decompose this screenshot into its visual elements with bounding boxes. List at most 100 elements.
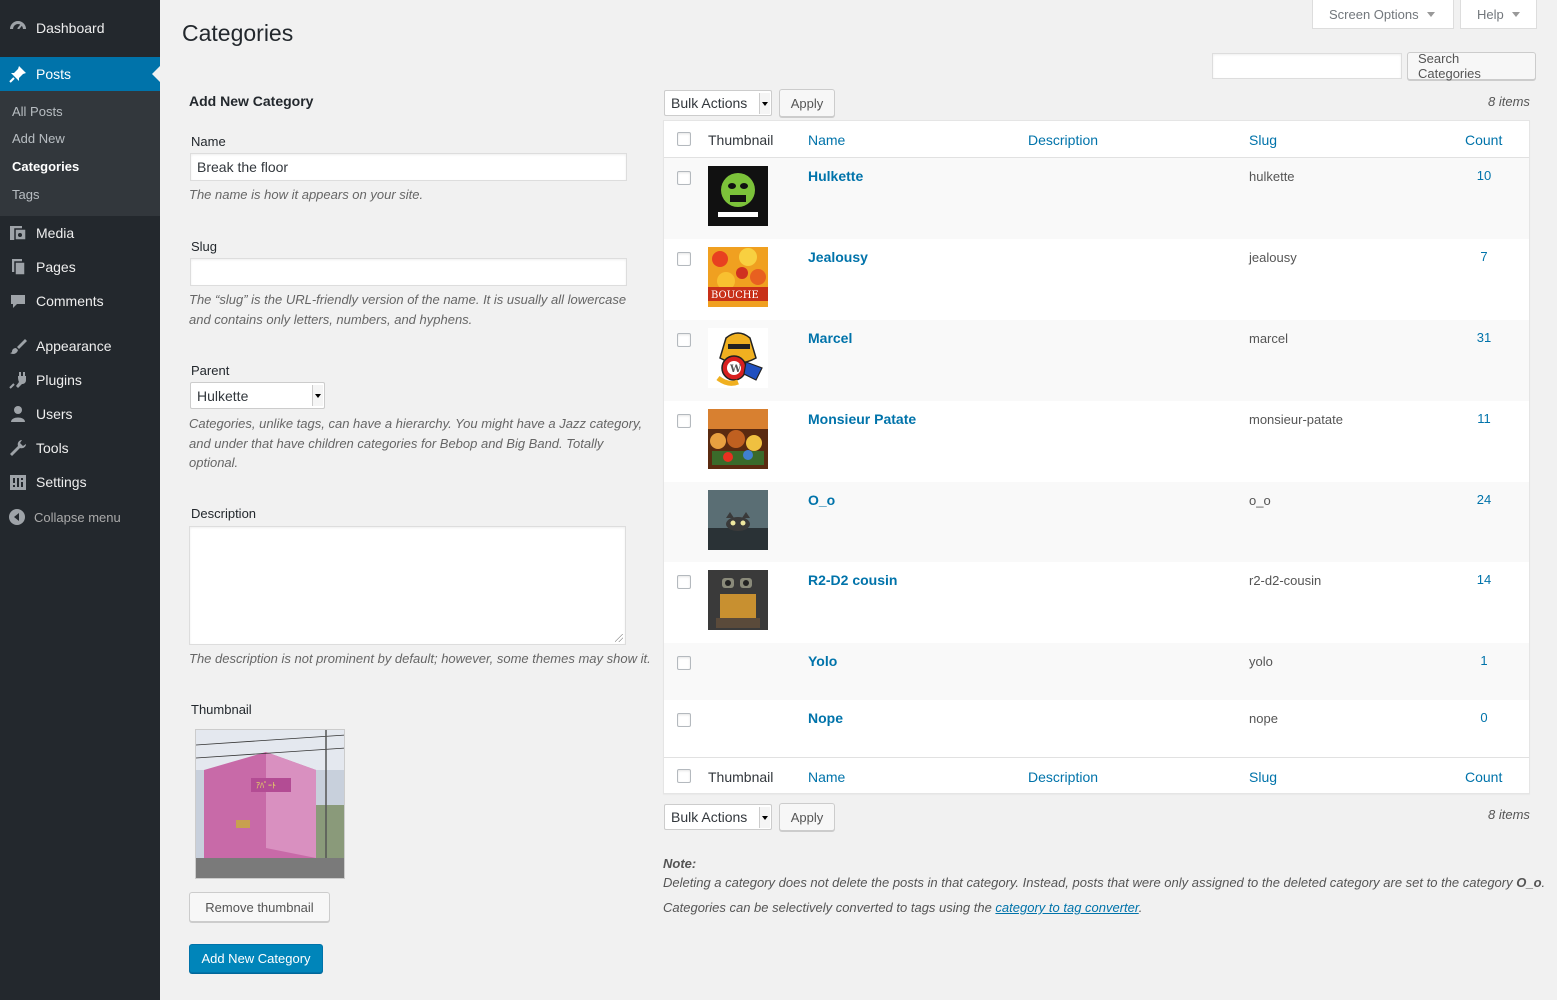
- row-checkbox[interactable]: [677, 656, 691, 670]
- select-all-checkbox[interactable]: [677, 132, 691, 146]
- row-count-link[interactable]: 14: [1454, 572, 1514, 587]
- tag-converter-link[interactable]: category to tag converter: [995, 900, 1138, 915]
- row-checkbox[interactable]: [677, 575, 691, 589]
- row-thumbnail-image: [708, 166, 768, 226]
- apply-button-top[interactable]: Apply: [779, 89, 835, 117]
- table-header: Thumbnail Name Description Slug Count: [664, 121, 1529, 158]
- sidebar-item-comments[interactable]: Comments: [0, 284, 160, 318]
- column-name[interactable]: Name: [808, 121, 845, 158]
- sidebar-item-dashboard[interactable]: Dashboard: [0, 11, 160, 45]
- submenu-tags[interactable]: Tags: [12, 187, 39, 202]
- sidebar-item-label: Comments: [36, 293, 104, 309]
- parent-label: Parent: [191, 363, 230, 378]
- table-row: BOUCHE Jealousy jealousy 7: [664, 239, 1529, 320]
- sidebar-item-settings[interactable]: Settings: [0, 465, 160, 499]
- collapse-arrow-icon: [0, 508, 34, 526]
- sidebar-item-posts[interactable]: Posts: [0, 57, 160, 91]
- row-name-link[interactable]: Marcel: [808, 330, 852, 346]
- name-field[interactable]: Break the floor: [190, 153, 627, 181]
- row-name-link[interactable]: R2-D2 cousin: [808, 572, 897, 588]
- column-count[interactable]: Count: [1465, 121, 1502, 158]
- submenu-all-posts[interactable]: All Posts: [12, 104, 63, 119]
- admin-sidebar: Dashboard Posts All Posts Add New Catego…: [0, 0, 160, 1000]
- row-count-link[interactable]: 10: [1454, 168, 1514, 183]
- row-checkbox[interactable]: [677, 414, 691, 428]
- sidebar-item-media[interactable]: Media: [0, 216, 160, 250]
- row-name-link[interactable]: Hulkette: [808, 168, 863, 184]
- row-slug: monsieur-patate: [1249, 412, 1343, 427]
- row-count-link[interactable]: 24: [1454, 492, 1514, 507]
- table-row: O_o o_o 24: [664, 482, 1529, 562]
- column-slug[interactable]: Slug: [1249, 758, 1277, 795]
- column-name[interactable]: Name: [808, 758, 845, 795]
- caret-down-icon: [1511, 11, 1520, 17]
- help-tab[interactable]: Help: [1460, 0, 1537, 29]
- row-name-link[interactable]: Nope: [808, 710, 843, 726]
- sidebar-item-users[interactable]: Users: [0, 397, 160, 431]
- screen-options-tab[interactable]: Screen Options: [1312, 0, 1454, 29]
- items-count-bottom: 8 items: [1488, 807, 1530, 822]
- table-row: Yolo yolo 1: [664, 643, 1529, 700]
- form-heading: Add New Category: [189, 93, 314, 109]
- row-checkbox[interactable]: [677, 252, 691, 266]
- note-line-1: Deleting a category does not delete the …: [663, 875, 1545, 890]
- column-thumbnail: Thumbnail: [708, 131, 774, 148]
- description-textarea[interactable]: [189, 526, 626, 645]
- row-checkbox[interactable]: [677, 171, 691, 185]
- submenu-add-new[interactable]: Add New: [12, 131, 65, 146]
- default-category-name: O_o: [1516, 875, 1542, 890]
- collapse-menu-label: Collapse menu: [34, 509, 121, 525]
- row-slug: nope: [1249, 711, 1278, 726]
- row-count-link[interactable]: 11: [1454, 411, 1514, 426]
- remove-thumbnail-button[interactable]: Remove thumbnail: [189, 892, 330, 922]
- parent-select-value: Hulkette: [197, 387, 249, 404]
- row-count-link[interactable]: 0: [1454, 710, 1514, 725]
- column-slug[interactable]: Slug: [1249, 121, 1277, 158]
- slug-field[interactable]: [190, 258, 627, 286]
- submenu-categories[interactable]: Categories: [12, 159, 79, 174]
- column-description[interactable]: Description: [1028, 121, 1098, 158]
- collapse-menu-button[interactable]: Collapse menu: [0, 505, 160, 529]
- row-checkbox[interactable]: [677, 333, 691, 347]
- table-row: Hulkette hulkette 10: [664, 158, 1529, 239]
- bulk-actions-select-top[interactable]: Bulk Actions: [664, 90, 772, 116]
- dropdown-arrow-icon: [759, 93, 770, 114]
- row-name-link[interactable]: Monsieur Patate: [808, 411, 916, 427]
- apply-button-bottom[interactable]: Apply: [779, 803, 835, 831]
- users-icon: [0, 404, 36, 424]
- sidebar-item-label: Dashboard: [36, 20, 105, 36]
- row-name-link[interactable]: Yolo: [808, 653, 837, 669]
- row-count-link[interactable]: 31: [1454, 330, 1514, 345]
- add-new-category-button[interactable]: Add New Category: [189, 944, 323, 973]
- sidebar-item-pages[interactable]: Pages: [0, 250, 160, 284]
- select-all-checkbox-bottom[interactable]: [677, 769, 691, 783]
- screen-options-label: Screen Options: [1329, 6, 1419, 22]
- row-thumbnail-image: [708, 409, 768, 469]
- sidebar-item-appearance[interactable]: Appearance: [0, 329, 160, 363]
- search-categories-button[interactable]: Search Categories: [1407, 51, 1536, 81]
- row-count-link[interactable]: 7: [1454, 249, 1514, 264]
- table-row: Nope nope 0: [664, 700, 1529, 757]
- sidebar-item-plugins[interactable]: Plugins: [0, 363, 160, 397]
- pages-icon: [0, 257, 36, 277]
- sidebar-item-label: Pages: [36, 259, 76, 275]
- bulk-actions-value: Bulk Actions: [671, 809, 748, 825]
- column-description[interactable]: Description: [1028, 758, 1098, 795]
- row-checkbox[interactable]: [677, 713, 691, 727]
- thumbnail-preview-image: ｱﾊﾟｰﾄ: [195, 729, 345, 879]
- row-name-link[interactable]: Jealousy: [808, 249, 868, 265]
- parent-select[interactable]: Hulkette: [190, 382, 325, 409]
- dropdown-arrow-icon: [759, 807, 770, 828]
- table-footer: Thumbnail Name Description Slug Count: [664, 757, 1529, 794]
- row-count-link[interactable]: 1: [1454, 653, 1514, 668]
- slug-help: The “slug” is the URL-friendly version o…: [189, 292, 627, 327]
- bulk-actions-select-bottom[interactable]: Bulk Actions: [664, 804, 772, 830]
- sidebar-item-label: Users: [36, 406, 73, 422]
- search-input[interactable]: [1212, 53, 1402, 79]
- column-count[interactable]: Count: [1465, 758, 1502, 795]
- sidebar-item-label: Posts: [36, 66, 72, 82]
- sidebar-item-tools[interactable]: Tools: [0, 431, 160, 465]
- row-name-link[interactable]: O_o: [808, 492, 835, 508]
- row-thumbnail-image: [708, 570, 768, 630]
- thumb-text: BOUCHE: [711, 290, 759, 301]
